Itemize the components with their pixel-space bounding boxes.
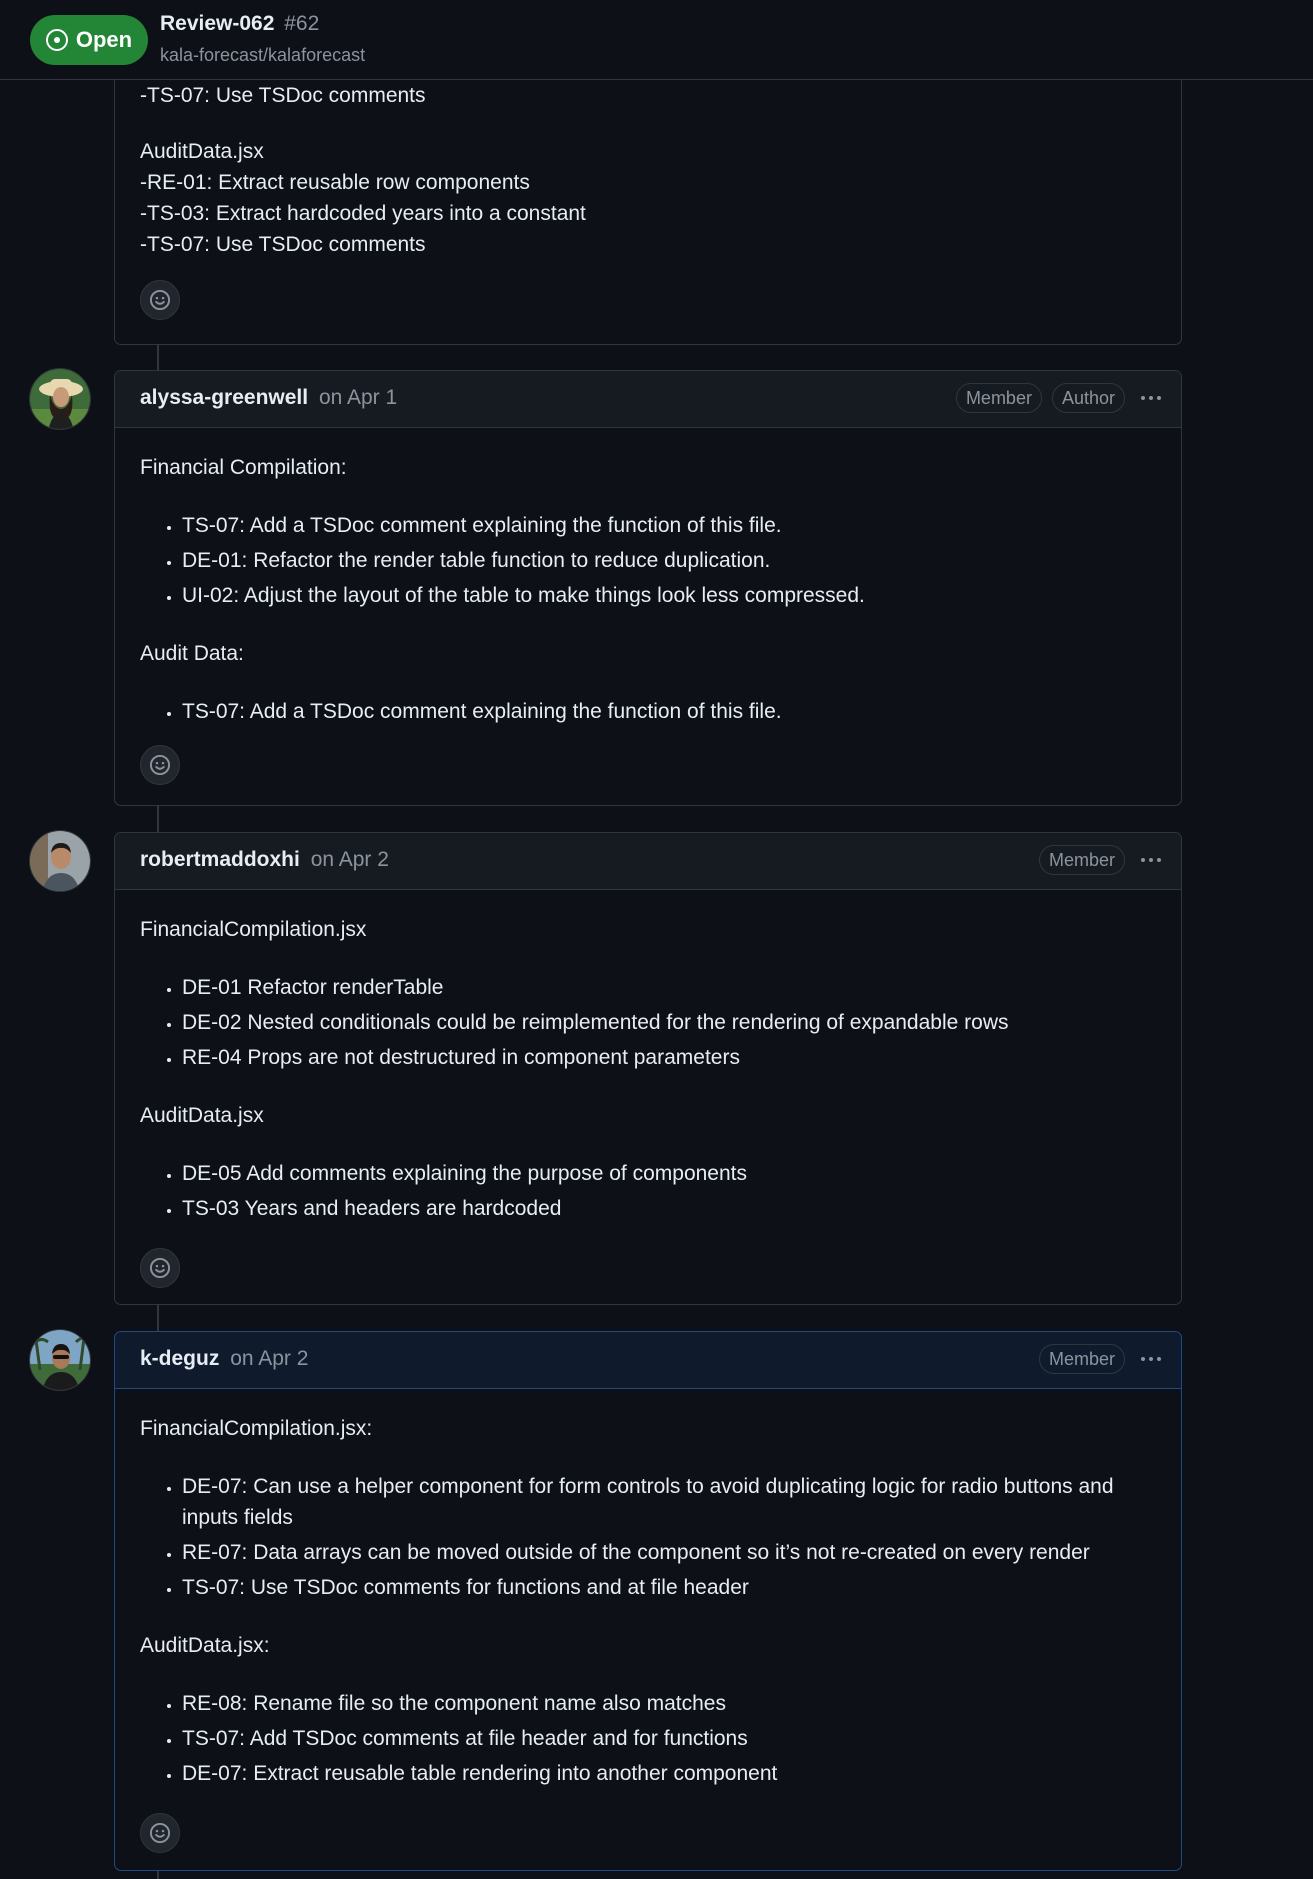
comment-list: TS-07: Add a TSDoc comment explaining th… <box>140 694 1156 729</box>
avatar[interactable] <box>29 830 91 892</box>
list-item: TS-07: Add TSDoc comments at file header… <box>182 1721 1156 1756</box>
issue-number: #62 <box>284 12 320 35</box>
list-item: TS-07: Add a TSDoc comment explaining th… <box>182 694 1156 729</box>
timeline-connector <box>157 1305 159 1331</box>
comment-header: k-deguz on Apr 2 Member <box>115 1332 1181 1389</box>
avatar[interactable] <box>29 368 91 430</box>
comment-line: -TS-07: Use TSDoc comments <box>140 84 426 107</box>
timeline-connector <box>157 806 159 832</box>
issue-title[interactable]: Review-062 <box>160 12 274 35</box>
section-heading: Financial Compilation: <box>140 456 347 479</box>
smiley-icon <box>149 289 171 311</box>
list-item: RE-04 Props are not destructured in comp… <box>182 1040 1156 1075</box>
list-item: DE-01: Refactor the render table functio… <box>182 543 1156 578</box>
comment-line: -TS-07: Use TSDoc comments <box>140 233 426 256</box>
timeline-connector <box>157 1871 159 1879</box>
comment-timestamp[interactable]: on Apr 2 <box>311 848 389 871</box>
comment-line: AuditData.jsx <box>140 140 264 163</box>
comment-timestamp[interactable]: on Apr 1 <box>319 386 397 409</box>
list-item: RE-07: Data arrays can be moved outside … <box>182 1535 1156 1570</box>
section-heading: FinancialCompilation.jsx <box>140 918 367 941</box>
member-badge: Member <box>1038 845 1125 875</box>
section-heading: AuditData.jsx: <box>140 1634 270 1657</box>
list-item: TS-07: Add a TSDoc comment explaining th… <box>182 508 1156 543</box>
smiley-icon <box>149 1257 171 1279</box>
smiley-icon <box>149 1822 171 1844</box>
avatar-image <box>30 1330 90 1390</box>
list-item: DE-07: Can use a helper component for fo… <box>182 1469 1156 1535</box>
page-title: Review-062 #62 <box>160 12 319 36</box>
list-item: TS-07: Use TSDoc comments for functions … <box>182 1570 1156 1605</box>
sticky-header: Open Review-062 #62 kala-forecast/kalafo… <box>0 0 1313 80</box>
list-item: DE-07: Extract reusable table rendering … <box>182 1756 1156 1791</box>
avatar-image <box>30 831 90 891</box>
comment-card: robertmaddoxhi on Apr 2 Member Financial… <box>114 832 1182 1305</box>
member-badge: Member <box>955 383 1042 413</box>
comment-line: -TS-03: Extract hardcoded years into a c… <box>140 202 586 225</box>
issue-opened-icon <box>45 29 68 51</box>
author-badge: Author <box>1051 383 1125 413</box>
state-badge: Open <box>30 15 148 65</box>
comment-options-button[interactable] <box>1135 1344 1167 1374</box>
list-item: UI-02: Adjust the layout of the table to… <box>182 578 1156 613</box>
comment-card: alyssa-greenwell on Apr 1 Member Author … <box>114 370 1182 806</box>
add-reaction-button[interactable] <box>140 1248 180 1288</box>
member-badge: Member <box>1038 1344 1125 1374</box>
timeline-connector <box>157 345 159 370</box>
comment-card: k-deguz on Apr 2 Member FinancialCompila… <box>114 1331 1182 1871</box>
comment-author-link[interactable]: k-deguz <box>140 1347 219 1370</box>
comment-list: DE-07: Can use a helper component for fo… <box>140 1469 1156 1605</box>
section-heading: AuditData.jsx <box>140 1104 264 1127</box>
list-item: TS-03 Years and headers are hardcoded <box>182 1191 1156 1226</box>
comment-author-link[interactable]: alyssa-greenwell <box>140 386 308 409</box>
comment-options-button[interactable] <box>1135 383 1167 413</box>
add-reaction-button[interactable] <box>140 280 180 320</box>
state-label: Open <box>75 27 133 52</box>
list-item: DE-05 Add comments explaining the purpos… <box>182 1156 1156 1191</box>
section-heading: Audit Data: <box>140 642 244 665</box>
repo-link[interactable]: kala-forecast/kalaforecast <box>160 45 365 66</box>
list-item: DE-02 Nested conditionals could be reimp… <box>182 1005 1156 1040</box>
comment-line: -RE-01: Extract reusable row components <box>140 171 530 194</box>
add-reaction-button[interactable] <box>140 1813 180 1853</box>
add-reaction-button[interactable] <box>140 745 180 785</box>
avatar-image <box>30 369 90 429</box>
comment-options-button[interactable] <box>1135 845 1167 875</box>
list-item: RE-08: Rename file so the component name… <box>182 1686 1156 1721</box>
comment-timestamp[interactable]: on Apr 2 <box>230 1347 308 1370</box>
comment-header: robertmaddoxhi on Apr 2 Member <box>115 833 1181 890</box>
comment-card: -TS-07: Use TSDoc comments AuditData.jsx… <box>114 40 1182 345</box>
comment-list: DE-01 Refactor renderTable DE-02 Nested … <box>140 970 1156 1075</box>
comment-list: DE-05 Add comments explaining the purpos… <box>140 1156 1156 1226</box>
smiley-icon <box>149 754 171 776</box>
comment-header: alyssa-greenwell on Apr 1 Member Author <box>115 371 1181 428</box>
comment-list: TS-07: Add a TSDoc comment explaining th… <box>140 508 1156 613</box>
comment-list: RE-08: Rename file so the component name… <box>140 1686 1156 1791</box>
section-heading: FinancialCompilation.jsx: <box>140 1417 373 1440</box>
avatar[interactable] <box>29 1329 91 1391</box>
list-item: DE-01 Refactor renderTable <box>182 970 1156 1005</box>
comment-author-link[interactable]: robertmaddoxhi <box>140 848 300 871</box>
